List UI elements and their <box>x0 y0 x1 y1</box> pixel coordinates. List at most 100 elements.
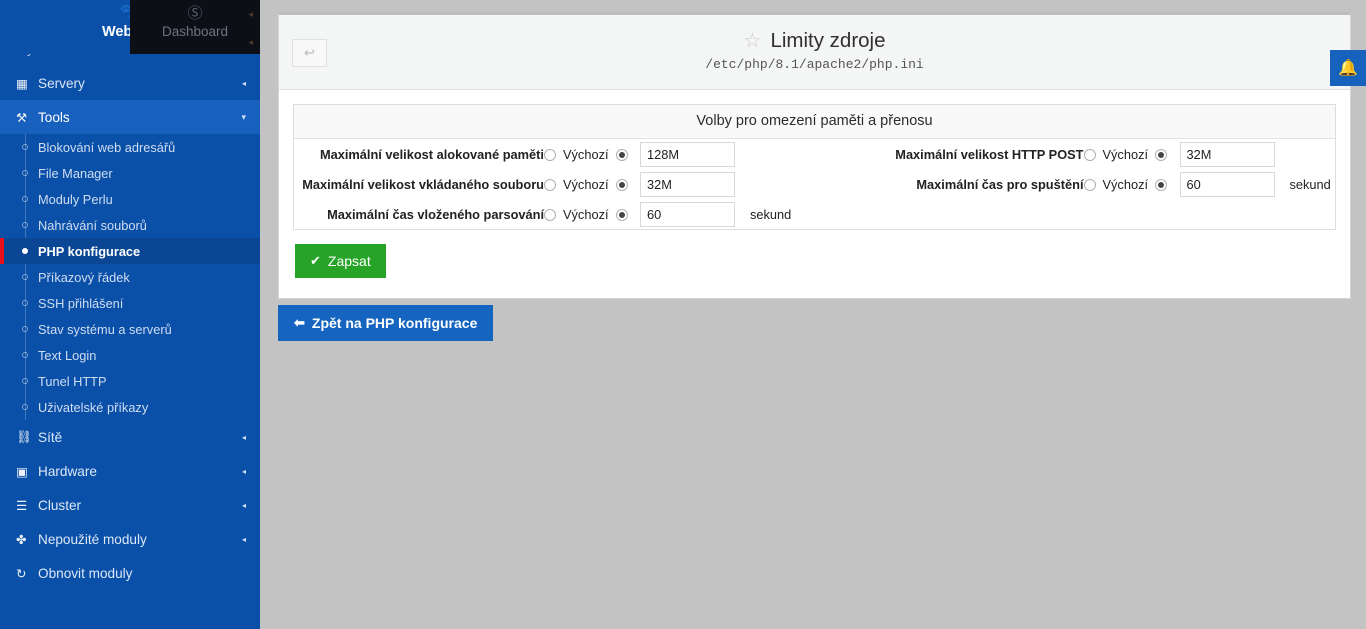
save-button-label: Zapsat <box>327 253 371 269</box>
refresh-icon: ↻ <box>16 566 27 581</box>
sidebar-item-label: Příkazový řádek <box>38 269 130 285</box>
sidebar-item-tools-6[interactable]: SSH přihlášení <box>0 290 260 316</box>
sidebar-item-tools-5[interactable]: Příkazový řádek <box>0 264 260 290</box>
sidebar-group-network[interactable]: ⛓ Sítě ◂ <box>0 420 260 454</box>
option-mode-radios: Výchozí <box>1083 169 1180 199</box>
column-spacer <box>796 169 834 199</box>
table-row: Maximální čas vloženého parsování Výchozí… <box>294 199 1335 229</box>
radio-custom-value[interactable] <box>615 148 628 161</box>
option-value-cell <box>1179 139 1290 169</box>
option-label: Maximální čas pro spuštění <box>916 176 1084 192</box>
sidebar-group-label: Hardware <box>38 463 97 479</box>
option-mode-radios: Výchozí <box>544 139 640 169</box>
tools-icon: ⚒ <box>16 110 28 125</box>
sidebar-item-tools-1[interactable]: File Manager <box>0 160 260 186</box>
radio-custom-value[interactable] <box>1155 178 1168 191</box>
option-value-input[interactable] <box>640 171 735 197</box>
radio-default-label: Výchozí <box>563 177 609 193</box>
network-icon: ⛓ <box>16 429 32 444</box>
notifications-button[interactable]: 🔔 <box>1330 50 1366 86</box>
hardware-icon: ▣ <box>16 464 28 479</box>
option-value-cell <box>640 199 750 229</box>
sidebar-group-servery-label: Servery <box>38 75 85 91</box>
radio-default[interactable] <box>544 208 556 221</box>
column-spacer <box>796 139 834 169</box>
cluster-icon: ☰ <box>16 498 28 513</box>
sidebar-item-label: Tunel HTTP <box>38 373 107 389</box>
back-button-label: Zpět na PHP konfigurace <box>311 315 478 331</box>
option-value-input[interactable] <box>1179 141 1275 167</box>
resource-limits-panel: Volby pro omezení paměti a přenosu Maxim… <box>293 104 1336 230</box>
bullet-icon <box>22 326 28 332</box>
bullet-icon <box>22 352 28 358</box>
radio-default[interactable] <box>544 178 556 191</box>
bell-icon: 🔔 <box>1338 60 1358 77</box>
radio-custom-value[interactable] <box>615 208 628 221</box>
radio-default-label: Výchozí <box>563 147 609 163</box>
radio-default[interactable] <box>544 148 556 161</box>
table-row: Maximální velikost vkládaného souboru Výc… <box>294 169 1335 199</box>
table-row: Maximální velikost alokované paměti Výcho… <box>294 139 1335 169</box>
arrow-left-icon: ⬅ <box>294 315 305 330</box>
page-title: Limity zdroje <box>770 29 886 52</box>
option-unit-label: sekund <box>750 206 792 222</box>
sidebar-item-label: SSH přihlášení <box>38 295 124 311</box>
panel-heading: Volby pro omezení paměti a přenosu <box>294 105 1335 139</box>
sidebar-group-refresh[interactable]: ↻ Obnovit moduly <box>0 556 260 590</box>
sidebar-group-hardware[interactable]: ▣ Hardware ◂ <box>0 454 260 488</box>
sidebar-item-tools-10[interactable]: Uživatelské příkazy <box>0 394 260 420</box>
option-mode-radios: Výchozí <box>1083 139 1180 169</box>
sidebar-item-system-label: Systém <box>18 54 63 56</box>
sidebar-group-cluster[interactable]: ☰ Cluster ◂ <box>0 488 260 522</box>
bullet-icon <box>22 274 28 280</box>
page-subtitle: /etc/php/8.1/apache2/php.ini <box>705 57 924 72</box>
gauge-icon: Ⓢ <box>187 5 203 22</box>
sidebar-item-label: Moduly Perlu <box>38 191 113 207</box>
page-body: Volby pro omezení paměti a přenosu Maxim… <box>279 90 1350 298</box>
save-button[interactable]: ✔ Zapsat <box>295 244 386 278</box>
sidebar-group-tools[interactable]: ⚒ Tools ▾ <box>0 100 260 134</box>
sidebar-group-unused-modules[interactable]: ✤ Nepoužité moduly ◂ <box>0 522 260 556</box>
option-value-cell <box>1179 169 1290 199</box>
sidebar-item-tools-0[interactable]: Blokování web adresářů <box>0 134 260 160</box>
column-spacer <box>796 199 834 229</box>
bullet-icon <box>22 144 28 150</box>
sidebar-item-system-partial[interactable]: Systém <box>0 54 260 66</box>
option-value-cell <box>640 169 750 199</box>
radio-custom-value[interactable] <box>615 178 628 191</box>
sidebar-item-tools-9[interactable]: Tunel HTTP <box>0 368 260 394</box>
sidebar-item-tools-8[interactable]: Text Login <box>0 342 260 368</box>
sidebar-group-label: Obnovit moduly <box>38 565 133 581</box>
sidebar-group-label: Cluster <box>38 497 82 513</box>
option-mode-radios: Výchozí <box>544 169 640 199</box>
option-label: Maximální velikost alokované paměti <box>319 146 544 162</box>
bullet-icon <box>22 378 28 384</box>
option-mode-radios: Výchozí <box>544 199 640 229</box>
tab-dashboard[interactable]: ◂ ◂ Ⓢ Dashboard <box>130 0 260 54</box>
back-to-php-config-button[interactable]: ⬅ Zpět na PHP konfigurace <box>278 305 494 341</box>
radio-default[interactable] <box>1083 178 1096 191</box>
sidebar: 🐾 Webmin ◂ ◂ Ⓢ Dashboard Systém ▦ Server… <box>0 0 260 629</box>
chevron-left-icon: ◂ <box>241 466 246 476</box>
sidebar-item-tools-2[interactable]: Moduly Perlu <box>0 186 260 212</box>
sidebar-item-php-konfigurace[interactable]: PHP konfigurace <box>0 238 260 264</box>
sidebar-item-label: PHP konfigurace <box>38 243 141 259</box>
back-row: ⬅ Zpět na PHP konfigurace <box>278 305 494 341</box>
radio-default[interactable] <box>1083 148 1096 161</box>
sidebar-tools-submenu: Blokování web adresářů File Manager Moduly… <box>0 134 260 420</box>
unused-modules-icon: ✤ <box>16 532 27 547</box>
option-value-input[interactable] <box>640 201 735 227</box>
option-unit-label <box>750 139 796 169</box>
sidebar-group-servery[interactable]: ▦ Servery ◂ <box>0 66 260 100</box>
option-unit-label <box>750 169 796 199</box>
sidebar-item-tools-7[interactable]: Stav systému a serverů <box>0 316 260 342</box>
option-value-input[interactable] <box>1179 171 1275 197</box>
sidebar-group-tools-label: Tools <box>38 109 70 125</box>
star-outline-icon[interactable]: ☆ <box>744 31 762 51</box>
sidebar-item-tools-3[interactable]: Nahrávání souborů <box>0 212 260 238</box>
page-title-row: ☆ Limity zdroje <box>744 29 886 53</box>
option-value-input[interactable] <box>640 141 735 167</box>
radio-custom-value[interactable] <box>1155 148 1168 161</box>
bullet-icon <box>22 404 28 410</box>
chevron-left-icon: ◂ <box>241 432 246 442</box>
